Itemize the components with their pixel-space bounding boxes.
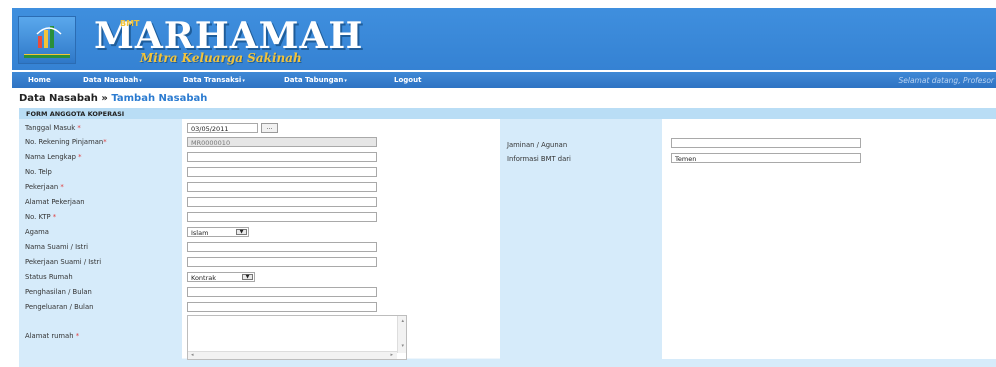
breadcrumb: Data Nasabah » Tambah Nasabah bbox=[19, 93, 207, 104]
alamat-pekerjaan-input[interactable] bbox=[187, 197, 377, 207]
brand-small: BMT bbox=[120, 19, 140, 28]
label-status-rumah: Status Rumah bbox=[25, 273, 73, 281]
jaminan-input[interactable] bbox=[671, 138, 861, 148]
nav-data-transaksi[interactable]: Data Transaksi▾ bbox=[183, 76, 245, 84]
penghasilan-input[interactable] bbox=[187, 287, 377, 297]
no-telp-input[interactable] bbox=[187, 167, 377, 177]
no-rekening-input[interactable]: MR0000010 bbox=[187, 137, 377, 147]
chevron-down-icon: ▾ bbox=[344, 78, 347, 84]
informasi-bmt-input[interactable]: Temen bbox=[671, 153, 861, 163]
nav-home[interactable]: Home bbox=[28, 76, 51, 84]
label-nama-suami-istri: Nama Suami / Istri bbox=[25, 243, 88, 251]
horizontal-scrollbar[interactable] bbox=[188, 351, 397, 359]
nav-data-tabungan[interactable]: Data Tabungan▾ bbox=[284, 76, 347, 84]
dropdown-arrow-icon: ▼ bbox=[236, 229, 247, 235]
scroll-down-icon[interactable]: ▾ bbox=[401, 343, 404, 349]
member-form: FORM ANGGOTA KOPERASI Tanggal Masuk * No… bbox=[19, 108, 996, 367]
breadcrumb-parent[interactable]: Data Nasabah bbox=[19, 93, 98, 104]
no-ktp-input[interactable] bbox=[187, 212, 377, 222]
site-header: MARHAMAH BMT Mitra Keluarga Sakinah bbox=[12, 8, 996, 70]
chevron-down-icon: ▾ bbox=[139, 78, 142, 84]
nama-suami-istri-input[interactable] bbox=[187, 242, 377, 252]
nav-logout[interactable]: Logout bbox=[394, 76, 421, 84]
label-no-ktp: No. KTP * bbox=[25, 213, 57, 221]
tanggal-masuk-input[interactable]: 03/05/2011 bbox=[187, 123, 258, 133]
breadcrumb-separator: » bbox=[101, 93, 108, 104]
date-picker-button[interactable]: ... bbox=[261, 123, 278, 133]
label-pengeluaran: Pengeluaran / Bulan bbox=[25, 303, 94, 311]
logo-bars-icon bbox=[36, 26, 62, 48]
label-nama-lengkap: Nama Lengkap * bbox=[25, 153, 82, 161]
logo bbox=[18, 16, 76, 64]
label-tanggal-masuk: Tanggal Masuk * bbox=[25, 124, 81, 132]
welcome-text: Selamat datang, Profesor bbox=[898, 76, 995, 85]
pengeluaran-input[interactable] bbox=[187, 302, 377, 312]
label-no-rekening: No. Rekening Pinjaman* bbox=[25, 138, 107, 146]
logo-strip bbox=[24, 54, 70, 58]
scroll-right-icon[interactable]: ▸ bbox=[390, 352, 393, 358]
breadcrumb-current: Tambah Nasabah bbox=[111, 93, 208, 104]
label-agama: Agama bbox=[25, 228, 49, 236]
nav-data-nasabah[interactable]: Data Nasabah▾ bbox=[83, 76, 142, 84]
brand-tagline: Mitra Keluarga Sakinah bbox=[140, 51, 302, 65]
pekerjaan-input[interactable] bbox=[187, 182, 377, 192]
label-no-telp: No. Telp bbox=[25, 168, 52, 176]
form-title: FORM ANGGOTA KOPERASI bbox=[19, 108, 996, 119]
label-pekerjaan-suami-istri: Pekerjaan Suami / Istri bbox=[25, 258, 102, 266]
agama-select[interactable]: Islam ▼ bbox=[187, 227, 249, 237]
label-penghasilan: Penghasilan / Bulan bbox=[25, 288, 92, 296]
label-informasi-bmt: Informasi BMT dari bbox=[507, 155, 571, 163]
dropdown-arrow-icon: ▼ bbox=[242, 274, 253, 280]
pekerjaan-suami-istri-input[interactable] bbox=[187, 257, 377, 267]
alamat-rumah-textarea[interactable]: ▴ ▾ ◂ ▸ bbox=[187, 315, 407, 360]
label-pekerjaan: Pekerjaan * bbox=[25, 183, 64, 191]
nama-lengkap-input[interactable] bbox=[187, 152, 377, 162]
label-jaminan: Jaminan / Agunan bbox=[507, 141, 568, 149]
label-alamat-rumah: Alamat rumah * bbox=[25, 332, 80, 340]
main-navbar: Home Data Nasabah▾ Data Transaksi▾ Data … bbox=[12, 72, 996, 88]
status-rumah-select[interactable]: Kontrak ▼ bbox=[187, 272, 255, 282]
scroll-left-icon[interactable]: ◂ bbox=[191, 352, 194, 358]
label-alamat-pekerjaan: Alamat Pekerjaan bbox=[25, 198, 85, 206]
scroll-up-icon[interactable]: ▴ bbox=[401, 318, 404, 324]
chevron-down-icon: ▾ bbox=[242, 78, 245, 84]
